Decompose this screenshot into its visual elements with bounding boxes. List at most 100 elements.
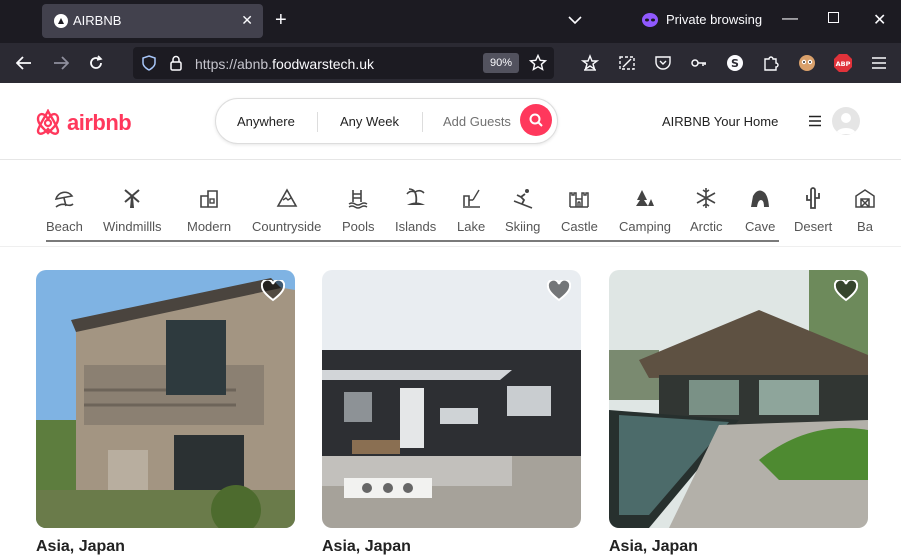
app-menu-icon[interactable] bbox=[869, 53, 889, 73]
maximize-icon[interactable] bbox=[828, 10, 839, 28]
add-guests-button[interactable]: Add Guests bbox=[443, 114, 511, 129]
category-label: Islands bbox=[395, 219, 437, 234]
forward-arrow-icon[interactable] bbox=[51, 53, 71, 73]
bookmark-star-icon[interactable] bbox=[528, 53, 548, 77]
favorite-heart-icon[interactable] bbox=[833, 278, 859, 307]
category-cave[interactable]: Cave bbox=[745, 185, 775, 234]
lock-icon[interactable] bbox=[169, 55, 183, 76]
window-close-icon[interactable]: ✕ bbox=[873, 10, 886, 30]
favorite-heart-icon[interactable] bbox=[546, 278, 572, 307]
back-arrow-icon[interactable] bbox=[14, 53, 34, 73]
windmill-icon bbox=[119, 185, 145, 211]
search-divider bbox=[317, 112, 318, 132]
zoom-level-badge[interactable]: 90% bbox=[483, 53, 520, 73]
private-browsing-label: Private browsing bbox=[666, 12, 763, 27]
key-icon[interactable] bbox=[689, 53, 709, 73]
browser-nav-bar: https://abnb.foodwarstech.uk 90% S ABP bbox=[0, 43, 901, 83]
category-arctic[interactable]: Arctic bbox=[690, 185, 723, 234]
category-label: Windmillls bbox=[103, 219, 162, 234]
tab-close-icon[interactable]: ✕ bbox=[241, 12, 253, 29]
extensions-puzzle-icon[interactable] bbox=[761, 53, 781, 73]
category-label: Castle bbox=[561, 219, 598, 234]
new-tab-icon[interactable]: + bbox=[275, 9, 287, 31]
lake-icon bbox=[458, 185, 484, 211]
private-browsing-indicator: Private browsing bbox=[642, 12, 762, 27]
beach-icon bbox=[51, 185, 77, 211]
barn-icon bbox=[852, 185, 878, 211]
tracking-shield-icon[interactable] bbox=[141, 55, 157, 76]
listing-title: Asia, Japan bbox=[322, 538, 411, 555]
url-bar[interactable]: https://abnb.foodwarstech.uk 90% bbox=[133, 47, 554, 79]
private-mask-icon bbox=[642, 12, 658, 27]
camping-icon bbox=[632, 185, 658, 211]
category-label: Ba bbox=[857, 219, 873, 234]
listing-card[interactable]: Asia, Japan bbox=[322, 270, 581, 556]
category-barns[interactable]: Ba bbox=[852, 185, 878, 234]
island-icon bbox=[403, 185, 429, 211]
pocket-icon[interactable] bbox=[653, 53, 673, 73]
category-bar: Beach Windmillls Modern Countryside Pool… bbox=[0, 160, 901, 247]
category-label: Camping bbox=[619, 219, 672, 234]
pocket-save-icon[interactable] bbox=[580, 53, 600, 73]
category-label: Countryside bbox=[252, 219, 322, 234]
reload-icon[interactable] bbox=[86, 53, 106, 73]
browser-tab-bar: AIRBNB ✕ + Private browsing — ✕ bbox=[0, 0, 901, 43]
modern-house-icon bbox=[196, 185, 222, 211]
listing-photo[interactable] bbox=[609, 270, 868, 528]
listing-photo[interactable] bbox=[322, 270, 581, 528]
category-label: Modern bbox=[187, 219, 232, 234]
category-pools[interactable]: Pools bbox=[342, 185, 375, 234]
url-text[interactable]: https://abnb.foodwarstech.uk bbox=[195, 56, 374, 72]
category-windmills[interactable]: Windmillls bbox=[103, 185, 162, 234]
mountain-icon bbox=[274, 185, 300, 211]
category-camping[interactable]: Camping bbox=[619, 185, 671, 234]
hamburger-menu-icon[interactable] bbox=[808, 114, 822, 132]
category-scroll-indicator bbox=[46, 240, 779, 242]
castle-icon bbox=[566, 185, 592, 211]
listing-card[interactable]: Asia, Japan bbox=[36, 270, 295, 556]
host-your-home-link[interactable]: AIRBNB Your Home bbox=[662, 114, 778, 129]
list-all-tabs-icon[interactable] bbox=[568, 12, 582, 30]
category-countryside[interactable]: Countryside bbox=[252, 185, 321, 234]
svg-text:S: S bbox=[731, 57, 739, 70]
browser-tab[interactable]: AIRBNB ✕ bbox=[42, 4, 263, 38]
adblock-plus-icon[interactable]: ABP bbox=[833, 53, 853, 73]
category-modern[interactable]: Modern bbox=[187, 185, 231, 234]
listing-card[interactable]: Asia, Japan bbox=[609, 270, 868, 556]
cave-icon bbox=[747, 185, 773, 211]
category-castle[interactable]: Castle bbox=[561, 185, 598, 234]
cactus-icon bbox=[800, 185, 826, 211]
search-button[interactable] bbox=[520, 104, 552, 136]
screenshot-icon[interactable] bbox=[617, 53, 637, 73]
pool-icon bbox=[345, 185, 371, 211]
search-bar[interactable]: Anywhere Any Week Add Guests bbox=[215, 98, 558, 144]
extension-s-icon[interactable]: S bbox=[725, 53, 745, 73]
category-label: Beach bbox=[46, 219, 83, 234]
listing-photo[interactable] bbox=[36, 270, 295, 528]
category-beach[interactable]: Beach bbox=[46, 185, 83, 234]
tab-title: AIRBNB bbox=[73, 13, 122, 28]
category-desert[interactable]: Desert bbox=[794, 185, 832, 234]
skiing-icon bbox=[510, 185, 536, 211]
category-label: Cave bbox=[745, 219, 776, 234]
category-islands[interactable]: Islands bbox=[395, 185, 436, 234]
category-skiing[interactable]: Skiing bbox=[505, 185, 540, 234]
category-label: Desert bbox=[794, 219, 833, 234]
category-label: Skiing bbox=[505, 219, 541, 234]
airbnb-logo[interactable]: airbnb bbox=[35, 109, 132, 137]
category-label: Lake bbox=[457, 219, 486, 234]
category-lake[interactable]: Lake bbox=[457, 185, 485, 234]
svg-text:ABP: ABP bbox=[836, 60, 851, 68]
any-week-button[interactable]: Any Week bbox=[340, 114, 399, 129]
search-divider bbox=[422, 112, 423, 132]
logo-text: airbnb bbox=[67, 110, 132, 135]
anywhere-button[interactable]: Anywhere bbox=[237, 114, 295, 129]
listing-title: Asia, Japan bbox=[609, 538, 698, 555]
category-label: Arctic bbox=[690, 219, 723, 234]
favorite-heart-icon[interactable] bbox=[260, 278, 286, 307]
category-label: Pools bbox=[342, 219, 375, 234]
user-avatar[interactable] bbox=[832, 107, 860, 135]
extension-eyes-icon[interactable] bbox=[797, 53, 817, 73]
minimize-icon[interactable]: — bbox=[782, 10, 798, 28]
airbnb-favicon-icon bbox=[54, 14, 68, 28]
